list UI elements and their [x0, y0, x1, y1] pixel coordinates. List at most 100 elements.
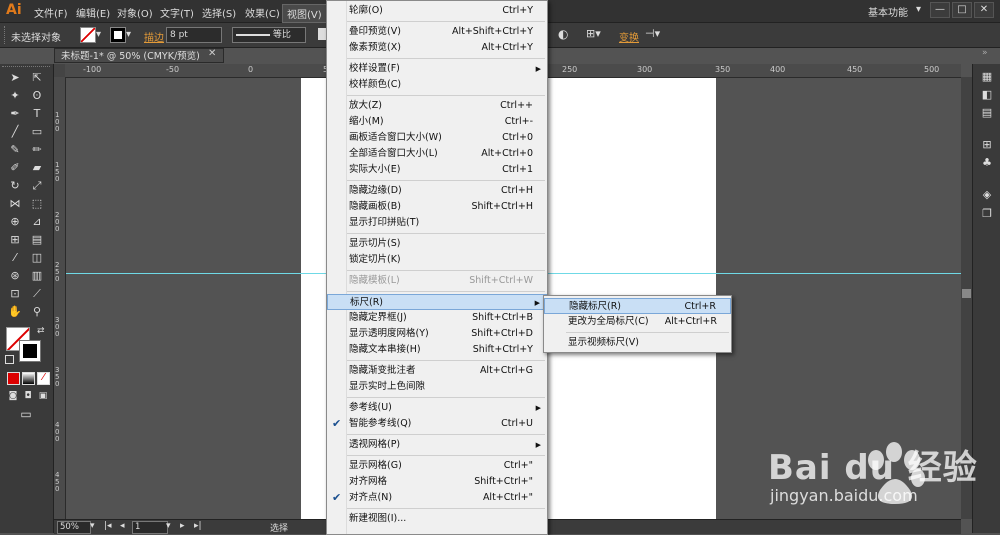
pencil-tool-icon[interactable]: ✏ — [29, 142, 45, 158]
menu-type[interactable]: 文字(T) — [160, 5, 194, 20]
mesh-tool-icon[interactable]: ⊞ — [7, 232, 23, 248]
view-menu-item[interactable]: 显示打印拼贴(T) — [327, 215, 547, 231]
maximize-button[interactable]: □ — [952, 2, 972, 18]
zoom-tool-icon[interactable]: ⚲ — [29, 304, 45, 320]
swatches-icon[interactable]: ▤ — [980, 106, 994, 120]
slice-tool-icon[interactable]: ⟋ — [29, 286, 45, 302]
chevron-down-icon[interactable]: ▾ — [166, 521, 171, 531]
view-menu-item[interactable]: 校样设置(F) ▶ — [327, 61, 547, 77]
isolate-icon[interactable]: ⊣▾ — [645, 27, 660, 40]
close-icon[interactable]: ✕ — [208, 48, 216, 59]
gradient-mode-icon[interactable] — [22, 372, 35, 385]
eraser-tool-icon[interactable]: ▰ — [29, 160, 45, 176]
perspective-grid-icon[interactable]: ⊿ — [29, 214, 45, 230]
ruler-submenu-item[interactable]: 更改为全局标尺(C) Alt+Ctrl+R — [544, 314, 731, 330]
swap-colors-icon[interactable]: ⇄ — [37, 326, 45, 336]
menu-object[interactable]: 对象(O) — [117, 5, 153, 20]
graph-tool-icon[interactable]: ▥ — [29, 268, 45, 284]
line-tool-icon[interactable]: ╱ — [7, 124, 23, 140]
eyedropper-icon[interactable]: ⁄ — [7, 250, 23, 266]
stroke-color-box[interactable] — [19, 340, 41, 362]
view-menu-item[interactable]: 显示透明度网格(Y) Shift+Ctrl+D — [327, 326, 547, 342]
type-tool-icon[interactable]: T — [29, 106, 45, 122]
none-mode-icon[interactable]: ⁄ — [37, 372, 50, 385]
view-menu-item[interactable]: 锁定切片(K) — [327, 252, 547, 268]
scrollbar-thumb[interactable] — [962, 289, 971, 298]
rotate-tool-icon[interactable]: ↻ — [7, 178, 23, 194]
draw-behind-icon[interactable]: ◘ — [20, 388, 36, 404]
view-menu-item[interactable]: ✔ 智能参考线(Q) Ctrl+U — [327, 416, 547, 432]
draw-normal-icon[interactable]: ◙ — [5, 388, 21, 404]
chevron-down-icon[interactable]: ▾ — [96, 29, 101, 40]
zoom-field[interactable]: 50% — [57, 521, 91, 534]
current-tool-status[interactable]: 选择 — [270, 521, 288, 534]
color-mode-icon[interactable] — [7, 372, 20, 385]
view-menu-item[interactable]: 参考线(U) ▶ — [327, 400, 547, 416]
shape-builder-icon[interactable]: ⊕ — [7, 214, 23, 230]
ruler-submenu-item[interactable]: 隐藏标尺(R) Ctrl+R — [544, 298, 731, 314]
color-panel-icon[interactable]: ▦ — [980, 70, 994, 84]
symbol-sprayer-icon[interactable]: ⊛ — [7, 268, 23, 284]
menu-select[interactable]: 选择(S) — [202, 5, 236, 20]
gradient-tool-icon[interactable]: ▤ — [29, 232, 45, 248]
view-menu-item[interactable]: ✔ 对齐点(N) Alt+Ctrl+" — [327, 490, 547, 506]
first-artboard-icon[interactable]: |◂ — [104, 521, 112, 531]
view-menu-item[interactable]: 隐藏边缘(D) Ctrl+H — [327, 183, 547, 199]
stroke-profile-select[interactable]: 等比 — [232, 27, 306, 43]
view-menu-item[interactable]: 全部适合窗口大小(L) Alt+Ctrl+0 — [327, 146, 547, 162]
symbols-icon[interactable]: ♣ — [980, 156, 994, 170]
free-transform-icon[interactable]: ⬚ — [29, 196, 45, 212]
last-artboard-icon[interactable]: ▸| — [194, 521, 202, 531]
magic-wand-icon[interactable]: ✦ — [7, 88, 23, 104]
workspace-switcher[interactable]: 基本功能 — [868, 4, 908, 19]
menu-edit[interactable]: 编辑(E) — [76, 5, 110, 20]
collapse-panels-icon[interactable]: » — [982, 48, 988, 58]
stroke-weight-field[interactable]: 8 pt — [166, 27, 222, 43]
color-guide-icon[interactable]: ◧ — [980, 88, 994, 102]
draw-inside-icon[interactable]: ▣ — [35, 388, 51, 404]
view-menu-item[interactable]: 标尺(R) ▶ — [327, 294, 547, 310]
stroke-label[interactable]: 描边 — [144, 29, 164, 44]
artboard-number-field[interactable]: 1 — [132, 521, 168, 534]
brush-tool-icon[interactable]: ✎ — [7, 142, 23, 158]
minimize-button[interactable]: — — [930, 2, 950, 18]
chevron-down-icon[interactable]: ▾ — [916, 4, 921, 15]
selection-tool-icon[interactable]: ➤ — [7, 70, 23, 86]
view-menu-item[interactable]: 轮廓(O) Ctrl+Y — [327, 3, 547, 19]
menu-file[interactable]: 文件(F) — [34, 5, 68, 20]
recolor-icon[interactable]: ◐ — [558, 27, 568, 41]
prev-artboard-icon[interactable]: ◂ — [120, 521, 125, 531]
view-menu-item[interactable]: 隐藏画板(B) Shift+Ctrl+H — [327, 199, 547, 215]
view-menu-item[interactable]: 隐藏渐变批注者 Alt+Ctrl+G — [327, 363, 547, 379]
brushes-icon[interactable]: ⊞ — [980, 138, 994, 152]
view-menu-item[interactable]: 显示切片(S) — [327, 236, 547, 252]
pen-tool-icon[interactable]: ✒ — [7, 106, 23, 122]
blob-brush-icon[interactable]: ✐ — [7, 160, 23, 176]
default-colors-icon[interactable] — [5, 355, 14, 364]
view-menu-item[interactable]: 显示实时上色间隙 — [327, 379, 547, 395]
view-menu-item[interactable]: 透视网格(P) ▶ — [327, 437, 547, 453]
rectangle-tool-icon[interactable]: ▭ — [29, 124, 45, 140]
view-menu-item[interactable]: 画板适合窗口大小(W) Ctrl+0 — [327, 130, 547, 146]
grip-handle[interactable] — [4, 26, 8, 44]
chevron-down-icon[interactable]: ▾ — [90, 521, 95, 531]
artboards-icon[interactable]: ❐ — [980, 207, 994, 221]
view-menu-item[interactable]: 缩小(M) Ctrl+- — [327, 114, 547, 130]
fill-swatch[interactable] — [80, 27, 96, 43]
view-menu-item[interactable]: 新建视图(I)... — [327, 511, 547, 527]
view-menu-item[interactable]: 叠印预览(V) Alt+Shift+Ctrl+Y — [327, 24, 547, 40]
blend-tool-icon[interactable]: ◫ — [29, 250, 45, 266]
document-tab[interactable]: 未标题-1* @ 50% (CMYK/预览) — [54, 48, 224, 63]
vertical-ruler[interactable]: 1 0 0 1 5 0 2 0 0 2 5 0 3 0 0 3 5 0 4 0 … — [54, 77, 66, 519]
hand-tool-icon[interactable]: ✋ — [7, 304, 23, 320]
align-icon[interactable]: ⊞▾ — [586, 27, 601, 40]
next-artboard-icon[interactable]: ▸ — [180, 521, 185, 531]
stroke-swatch[interactable] — [110, 27, 126, 43]
screen-mode-icon[interactable]: ▭ — [18, 406, 34, 422]
artboard-tool-icon[interactable]: ⊡ — [7, 286, 23, 302]
direct-selection-icon[interactable]: ⇱ — [29, 70, 45, 86]
menu-effect[interactable]: 效果(C) — [245, 5, 280, 20]
view-menu-item[interactable]: 隐藏定界框(J) Shift+Ctrl+B — [327, 310, 547, 326]
ruler-submenu-item[interactable]: 显示视频标尺(V) — [544, 335, 731, 351]
lasso-icon[interactable]: ʘ — [29, 88, 45, 104]
